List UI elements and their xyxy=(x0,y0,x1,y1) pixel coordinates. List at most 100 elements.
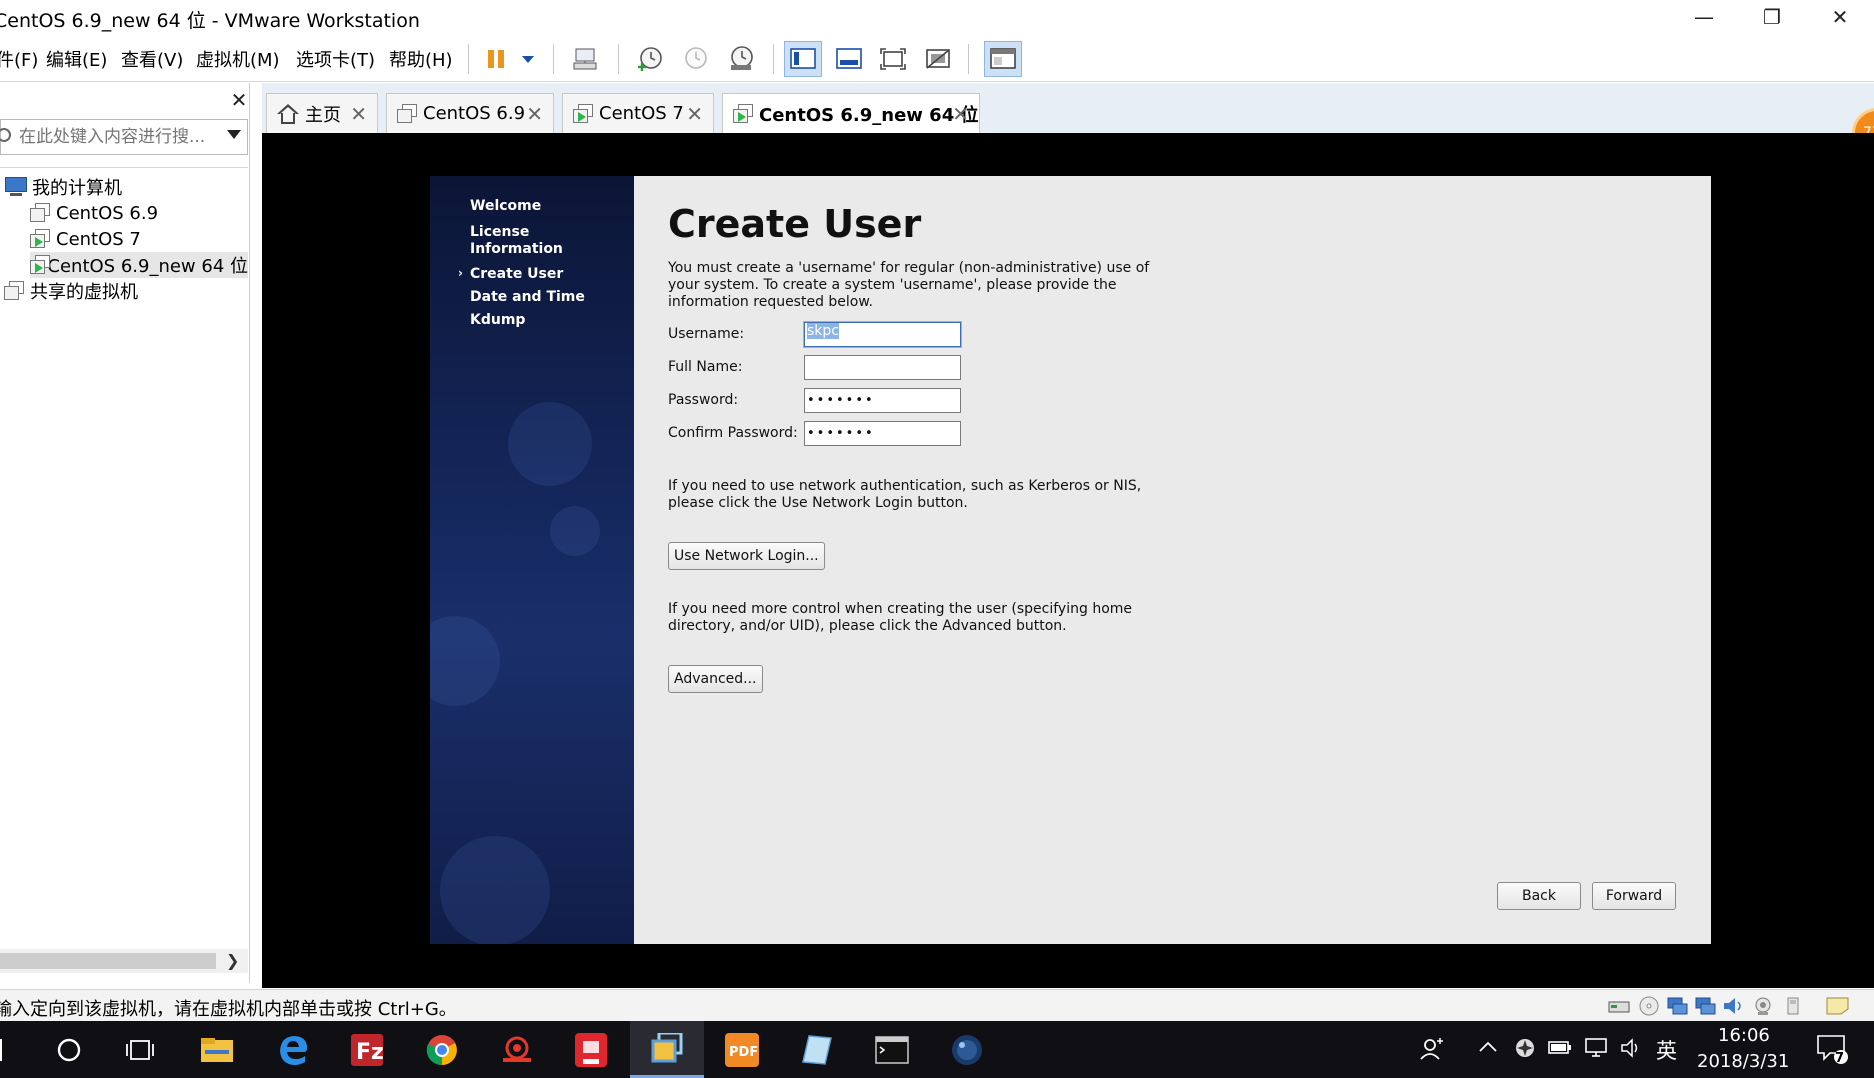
menu-help[interactable]: 帮助(H) xyxy=(389,46,453,72)
username-field[interactable]: skpc xyxy=(804,322,961,347)
youdao-icon[interactable] xyxy=(554,1021,628,1078)
shared-vm-icon xyxy=(4,281,26,301)
tree-item-centos-7[interactable]: CentOS 7 xyxy=(30,226,141,252)
tab-label: CentOS 7 xyxy=(599,103,684,124)
snapshot-revert-icon[interactable] xyxy=(676,41,714,77)
fullname-field[interactable] xyxy=(804,355,961,380)
vm-tree: 我的计算机 CentOS 6.9 CentOS 7 CentOS 6.9_new… xyxy=(0,167,248,303)
tab-home[interactable]: 主页 ✕ xyxy=(266,93,378,133)
cortana-icon[interactable] xyxy=(32,1021,106,1078)
library-icon[interactable] xyxy=(984,41,1022,77)
close-library-icon[interactable]: ✕ xyxy=(228,89,250,111)
toolbar-separator xyxy=(618,44,619,74)
volume-icon[interactable] xyxy=(1620,1037,1644,1064)
close-window-button[interactable]: ✕ xyxy=(1810,0,1870,34)
snapshot-manager-icon[interactable] xyxy=(722,41,760,77)
scroll-right-icon[interactable]: ❯ xyxy=(226,951,239,970)
fullscreen-icon[interactable] xyxy=(874,41,912,77)
installer-steps-panel: Welcome License Information › Create Use… xyxy=(430,176,634,944)
forward-button[interactable]: Forward xyxy=(1592,882,1676,910)
menu-toolbar: 件(F) 编辑(E) 查看(V) 虚拟机(M) 选项卡(T) 帮助(H) xyxy=(0,36,1874,82)
dropdown-arrow-icon[interactable] xyxy=(510,41,546,77)
message-icon[interactable] xyxy=(1826,996,1849,1016)
task-view-icon[interactable] xyxy=(103,1021,177,1078)
tree-item-shared-vms[interactable]: 共享的虚拟机 xyxy=(4,278,138,304)
close-tab-icon[interactable]: ✕ xyxy=(952,102,969,126)
hard-disk-icon[interactable] xyxy=(1608,996,1630,1016)
status-bar: 输入定向到该虚拟机，请在虚拟机内部单击或按 Ctrl+G。 xyxy=(0,989,1874,1021)
window-title: CentOS 6.9_new 64 位 - VMware Workstation xyxy=(0,10,420,32)
edge-icon[interactable] xyxy=(256,1021,330,1078)
filezilla-icon[interactable]: Fz xyxy=(330,1021,404,1078)
sound-card-icon[interactable] xyxy=(1722,996,1744,1016)
console-view-icon[interactable] xyxy=(784,41,822,77)
toolbar-separator xyxy=(773,44,774,74)
vm-tab-strip: 主页 ✕ CentOS 6.9 ✕ CentOS 7 ✕ CentOS 6.9_… xyxy=(262,83,1874,134)
decorative-bubble xyxy=(508,402,592,486)
tree-item-centos-69[interactable]: CentOS 6.9 xyxy=(30,200,158,226)
tab-centos-7[interactable]: CentOS 7 ✕ xyxy=(562,93,714,133)
use-network-login-button[interactable]: Use Network Login... xyxy=(668,542,825,570)
close-tab-icon[interactable]: ✕ xyxy=(526,102,543,126)
tree-item-my-computer[interactable]: 我的计算机 xyxy=(4,174,122,200)
tray-app-icon[interactable] xyxy=(1514,1037,1536,1064)
chrome-icon[interactable] xyxy=(405,1021,479,1078)
unity-icon[interactable] xyxy=(919,41,957,77)
tree-item-centos-69-new[interactable]: CentOS 6.9_new 64 位 xyxy=(30,252,248,278)
thumbnail-view-icon[interactable] xyxy=(830,41,868,77)
input-method-indicator[interactable]: 英 xyxy=(1656,1035,1677,1065)
tab-centos-69[interactable]: CentOS 6.9 ✕ xyxy=(386,93,554,133)
close-tab-icon[interactable]: ✕ xyxy=(686,102,703,126)
sidebar-horizontal-scrollbar[interactable]: ❯ xyxy=(0,949,248,973)
tab-label: CentOS 6.9_new 64 位 xyxy=(759,105,979,126)
notes-app-icon[interactable] xyxy=(780,1021,854,1078)
network-icon[interactable] xyxy=(1584,1037,1608,1064)
people-icon[interactable] xyxy=(1420,1037,1444,1066)
svg-text:PDF: PDF xyxy=(729,1045,758,1060)
menu-tabs[interactable]: 选项卡(T) xyxy=(296,46,375,72)
search-dropdown-icon[interactable] xyxy=(227,130,241,139)
installer-content: Create User You must create a 'username'… xyxy=(634,176,1711,944)
cd-rom-icon[interactable] xyxy=(1638,996,1660,1016)
show-hidden-icons-icon[interactable] xyxy=(1478,1037,1498,1062)
vmware-icon[interactable] xyxy=(630,1021,704,1078)
file-explorer-icon[interactable] xyxy=(180,1021,254,1078)
globe-app-icon[interactable] xyxy=(930,1021,1004,1078)
camera-icon[interactable] xyxy=(1752,996,1774,1016)
computer-icon xyxy=(4,177,28,197)
pdf-app-icon[interactable]: PDF xyxy=(705,1021,779,1078)
password-field[interactable]: ••••••• xyxy=(804,388,961,413)
vm-running-icon xyxy=(30,255,50,275)
network-adapter-icon[interactable] xyxy=(1666,996,1688,1016)
menu-view[interactable]: 查看(V) xyxy=(121,46,183,72)
battery-icon[interactable] xyxy=(1548,1037,1572,1062)
snail-app-icon[interactable] xyxy=(480,1021,554,1078)
library-search-box[interactable] xyxy=(0,119,248,155)
confirm-password-label: Confirm Password: xyxy=(668,425,798,441)
network-adapter-2-icon[interactable] xyxy=(1694,996,1716,1016)
back-button[interactable]: Back xyxy=(1497,882,1581,910)
tab-centos-69-new[interactable]: CentOS 6.9_new 64 位 ✕ xyxy=(722,93,980,134)
usb-icon[interactable] xyxy=(1782,996,1804,1016)
username-label: Username: xyxy=(668,326,745,342)
confirm-password-field[interactable]: ••••••• xyxy=(804,421,961,446)
send-ctrl-alt-del-icon[interactable] xyxy=(566,41,604,77)
advanced-button[interactable]: Advanced... xyxy=(668,665,763,693)
minimize-button[interactable]: — xyxy=(1674,0,1734,34)
tree-item-label: CentOS 6.9_new 64 位 xyxy=(47,256,248,277)
vm-icon xyxy=(397,103,419,124)
tree-item-label: CentOS 6.9 xyxy=(56,202,159,224)
terminal-icon[interactable] xyxy=(855,1021,929,1078)
menu-edit[interactable]: 编辑(E) xyxy=(46,46,107,72)
snapshot-take-icon[interactable] xyxy=(630,41,668,77)
restore-button[interactable]: ❐ xyxy=(1742,0,1802,34)
menu-file[interactable]: 件(F) xyxy=(0,46,38,72)
clock-date[interactable]: 2018/3/31 xyxy=(1697,1051,1789,1072)
start-icon[interactable] xyxy=(0,1039,10,1061)
library-search-input[interactable] xyxy=(19,124,215,150)
close-tab-icon[interactable]: ✕ xyxy=(350,102,367,126)
page-title: Create User xyxy=(668,202,922,246)
menu-vm[interactable]: 虚拟机(M) xyxy=(196,46,280,72)
scrollbar-thumb[interactable] xyxy=(0,953,216,969)
clock-time[interactable]: 16:06 xyxy=(1718,1025,1770,1046)
